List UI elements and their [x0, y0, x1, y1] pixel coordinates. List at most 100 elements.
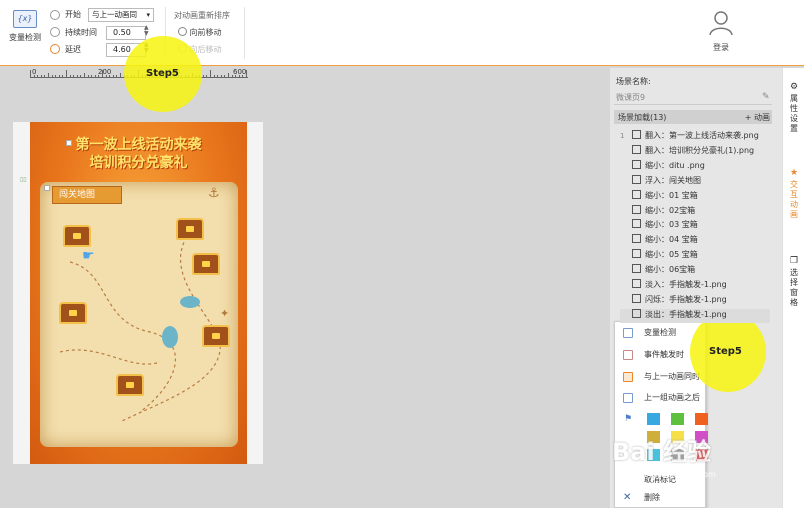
ruler-tick — [98, 75, 100, 78]
animation-row[interactable]: 闪烁：手指触发-1.png — [620, 293, 770, 308]
ruler-tick — [102, 70, 103, 78]
start-dropdown[interactable]: 与上一动画同 ▾ — [88, 8, 154, 22]
scene-name-input[interactable]: 微课页9 — [616, 92, 645, 103]
menu-item-delete[interactable]: ✕ 删除 — [615, 489, 705, 507]
animation-row[interactable]: 淡入：手指触发-1.png — [620, 279, 770, 293]
ruler-tick — [33, 75, 35, 78]
add-animation-button[interactable]: + 动画 — [745, 112, 770, 123]
reorder-title: 对动画重新排序 — [174, 11, 230, 20]
menu-item-label: 变量检测 — [644, 328, 676, 337]
anchor-icon: ⚓ — [208, 186, 220, 201]
tab-label: 选择窗格 — [790, 268, 798, 307]
ruler-tick — [44, 75, 46, 78]
ruler-tick — [91, 75, 93, 78]
animation-type-icon — [632, 279, 641, 288]
animation-label: 闪烁：手指触发-1.png — [645, 294, 727, 304]
tab-interactive-animation[interactable]: ★ 交互动画 — [787, 168, 801, 220]
menu-item-after-previous[interactable]: 上一组动画之后 — [615, 389, 705, 407]
animation-row[interactable]: 淡出：手指触发-1.png — [620, 308, 770, 323]
animation-label: 缩小：06宝箱 — [645, 265, 696, 275]
login-button[interactable]: 登录 — [704, 10, 738, 53]
treasure-chest-2[interactable] — [176, 218, 204, 240]
animation-type-icon — [632, 204, 641, 214]
treasure-chest-5[interactable] — [202, 325, 230, 347]
animation-row[interactable]: 翻入：培训积分兑豪礼(1).png — [620, 144, 770, 159]
ruler-tick — [94, 75, 96, 78]
tab-label: 属性设置 — [790, 94, 798, 133]
delay-icon — [50, 44, 60, 54]
pointer-icon — [623, 350, 633, 360]
menu-item-label: 事件触发时 — [644, 350, 684, 359]
animation-row[interactable]: 浮入：闯关地图 — [620, 174, 770, 189]
watermark-url: jingyan.baidu.com — [642, 470, 716, 479]
tab-properties[interactable]: ⚙ 属性设置 — [787, 82, 801, 134]
selection-handle — [66, 140, 72, 146]
login-label: 登录 — [713, 43, 729, 52]
ruler-tick — [220, 75, 222, 78]
menu-item-label: 上一组动画之后 — [644, 393, 700, 402]
ruler-tick — [238, 75, 240, 78]
side-tabs: ⚙ 属性设置 ★ 交互动画 ❐ 选择窗格 — [782, 68, 804, 508]
tab-selection-pane[interactable]: ❐ 选择窗格 — [787, 256, 801, 308]
variable-icon: {x} — [13, 10, 37, 28]
ruler-tick — [224, 75, 226, 78]
ruler-tick — [109, 75, 111, 78]
move-forward-button[interactable]: 向前移动 — [178, 27, 222, 38]
selection-handle — [44, 185, 50, 191]
ruler-tick — [30, 70, 31, 78]
poster-title-line2: 培训积分兑豪礼 — [89, 155, 188, 171]
svg-text:✦: ✦ — [220, 307, 229, 320]
animation-row[interactable]: 缩小：04 宝箱 — [620, 234, 770, 248]
animation-row[interactable]: 缩小：03 宝箱 — [620, 219, 770, 233]
ruler-tick — [37, 75, 39, 78]
edit-icon[interactable]: ✎ — [762, 92, 770, 102]
divider — [614, 104, 772, 105]
color-swatch[interactable] — [671, 413, 684, 425]
ruler-tick — [80, 75, 82, 78]
duration-input[interactable]: 0.50 — [106, 26, 146, 40]
watermark: Bai 经验 — [612, 438, 712, 466]
treasure-chest-4[interactable] — [59, 302, 87, 324]
ruler-tick — [210, 70, 211, 78]
animation-type-icon — [632, 293, 641, 303]
treasure-chest-6[interactable] — [116, 374, 144, 396]
menu-item-with-previous[interactable]: 与上一动画同时 — [615, 368, 705, 386]
animation-row[interactable]: 缩小：02宝箱 — [620, 204, 770, 219]
animation-type-icon — [632, 219, 641, 229]
animation-type-icon — [632, 264, 641, 274]
poster[interactable]: 第一波上线活动来袭 培训积分兑豪礼 ✦ 闯关地图 ⚓ ☛ — [30, 122, 247, 464]
animation-label: 淡出：手指触发-1.png — [645, 309, 727, 319]
animation-row[interactable]: 缩小：ditu .png — [620, 159, 770, 174]
animation-label: 缩小：04 宝箱 — [645, 235, 698, 245]
treasure-chest-3[interactable] — [192, 253, 220, 275]
animation-label: 翻入：第一波上线活动来袭.png — [645, 131, 759, 140]
step-label: Step5 — [709, 346, 742, 357]
treasure-chest-1[interactable] — [63, 225, 91, 247]
ruler-tick — [112, 75, 114, 78]
animation-row[interactable]: 缩小：06宝箱 — [620, 264, 770, 278]
toolbar: {x} 变量检测 开始 与上一动画同 ▾ 持续时间 0.50 ▲ ▼ 延迟 4.60… — [0, 0, 804, 66]
variable-check-button[interactable]: {x} 变量检测 — [6, 8, 44, 58]
poster-title-line1: 第一波上线活动来袭 — [75, 137, 202, 153]
animation-type-icon — [632, 308, 641, 318]
duration-stepper-icon[interactable]: ▲ ▼ — [144, 25, 149, 37]
color-swatch[interactable] — [695, 413, 708, 425]
tab-label: 交互动画 — [790, 180, 798, 219]
color-swatch[interactable] — [647, 413, 660, 425]
clock-icon — [50, 27, 60, 37]
ruler-tick — [73, 75, 75, 78]
flag-icon: ⚑ — [624, 414, 633, 424]
animation-label: 浮入：闯关地图 — [645, 175, 701, 185]
animation-label: 缩小：02宝箱 — [645, 205, 696, 215]
animation-type-icon — [632, 130, 641, 139]
map-label[interactable]: 闯关地图 — [52, 186, 122, 204]
animation-label: 淡入：手指触发-1.png — [645, 280, 727, 289]
menu-item-label: 删除 — [644, 493, 660, 502]
ruler-tick — [213, 75, 215, 78]
animation-row[interactable]: 1 翻入：第一波上线活动来袭.png — [620, 130, 770, 144]
animation-row[interactable]: 缩小：01 宝箱 — [620, 189, 770, 204]
animation-type-icon — [632, 144, 641, 154]
ruler-tick — [202, 75, 204, 78]
ruler-tick — [40, 75, 42, 78]
animation-row[interactable]: 缩小：05 宝箱 — [620, 249, 770, 263]
